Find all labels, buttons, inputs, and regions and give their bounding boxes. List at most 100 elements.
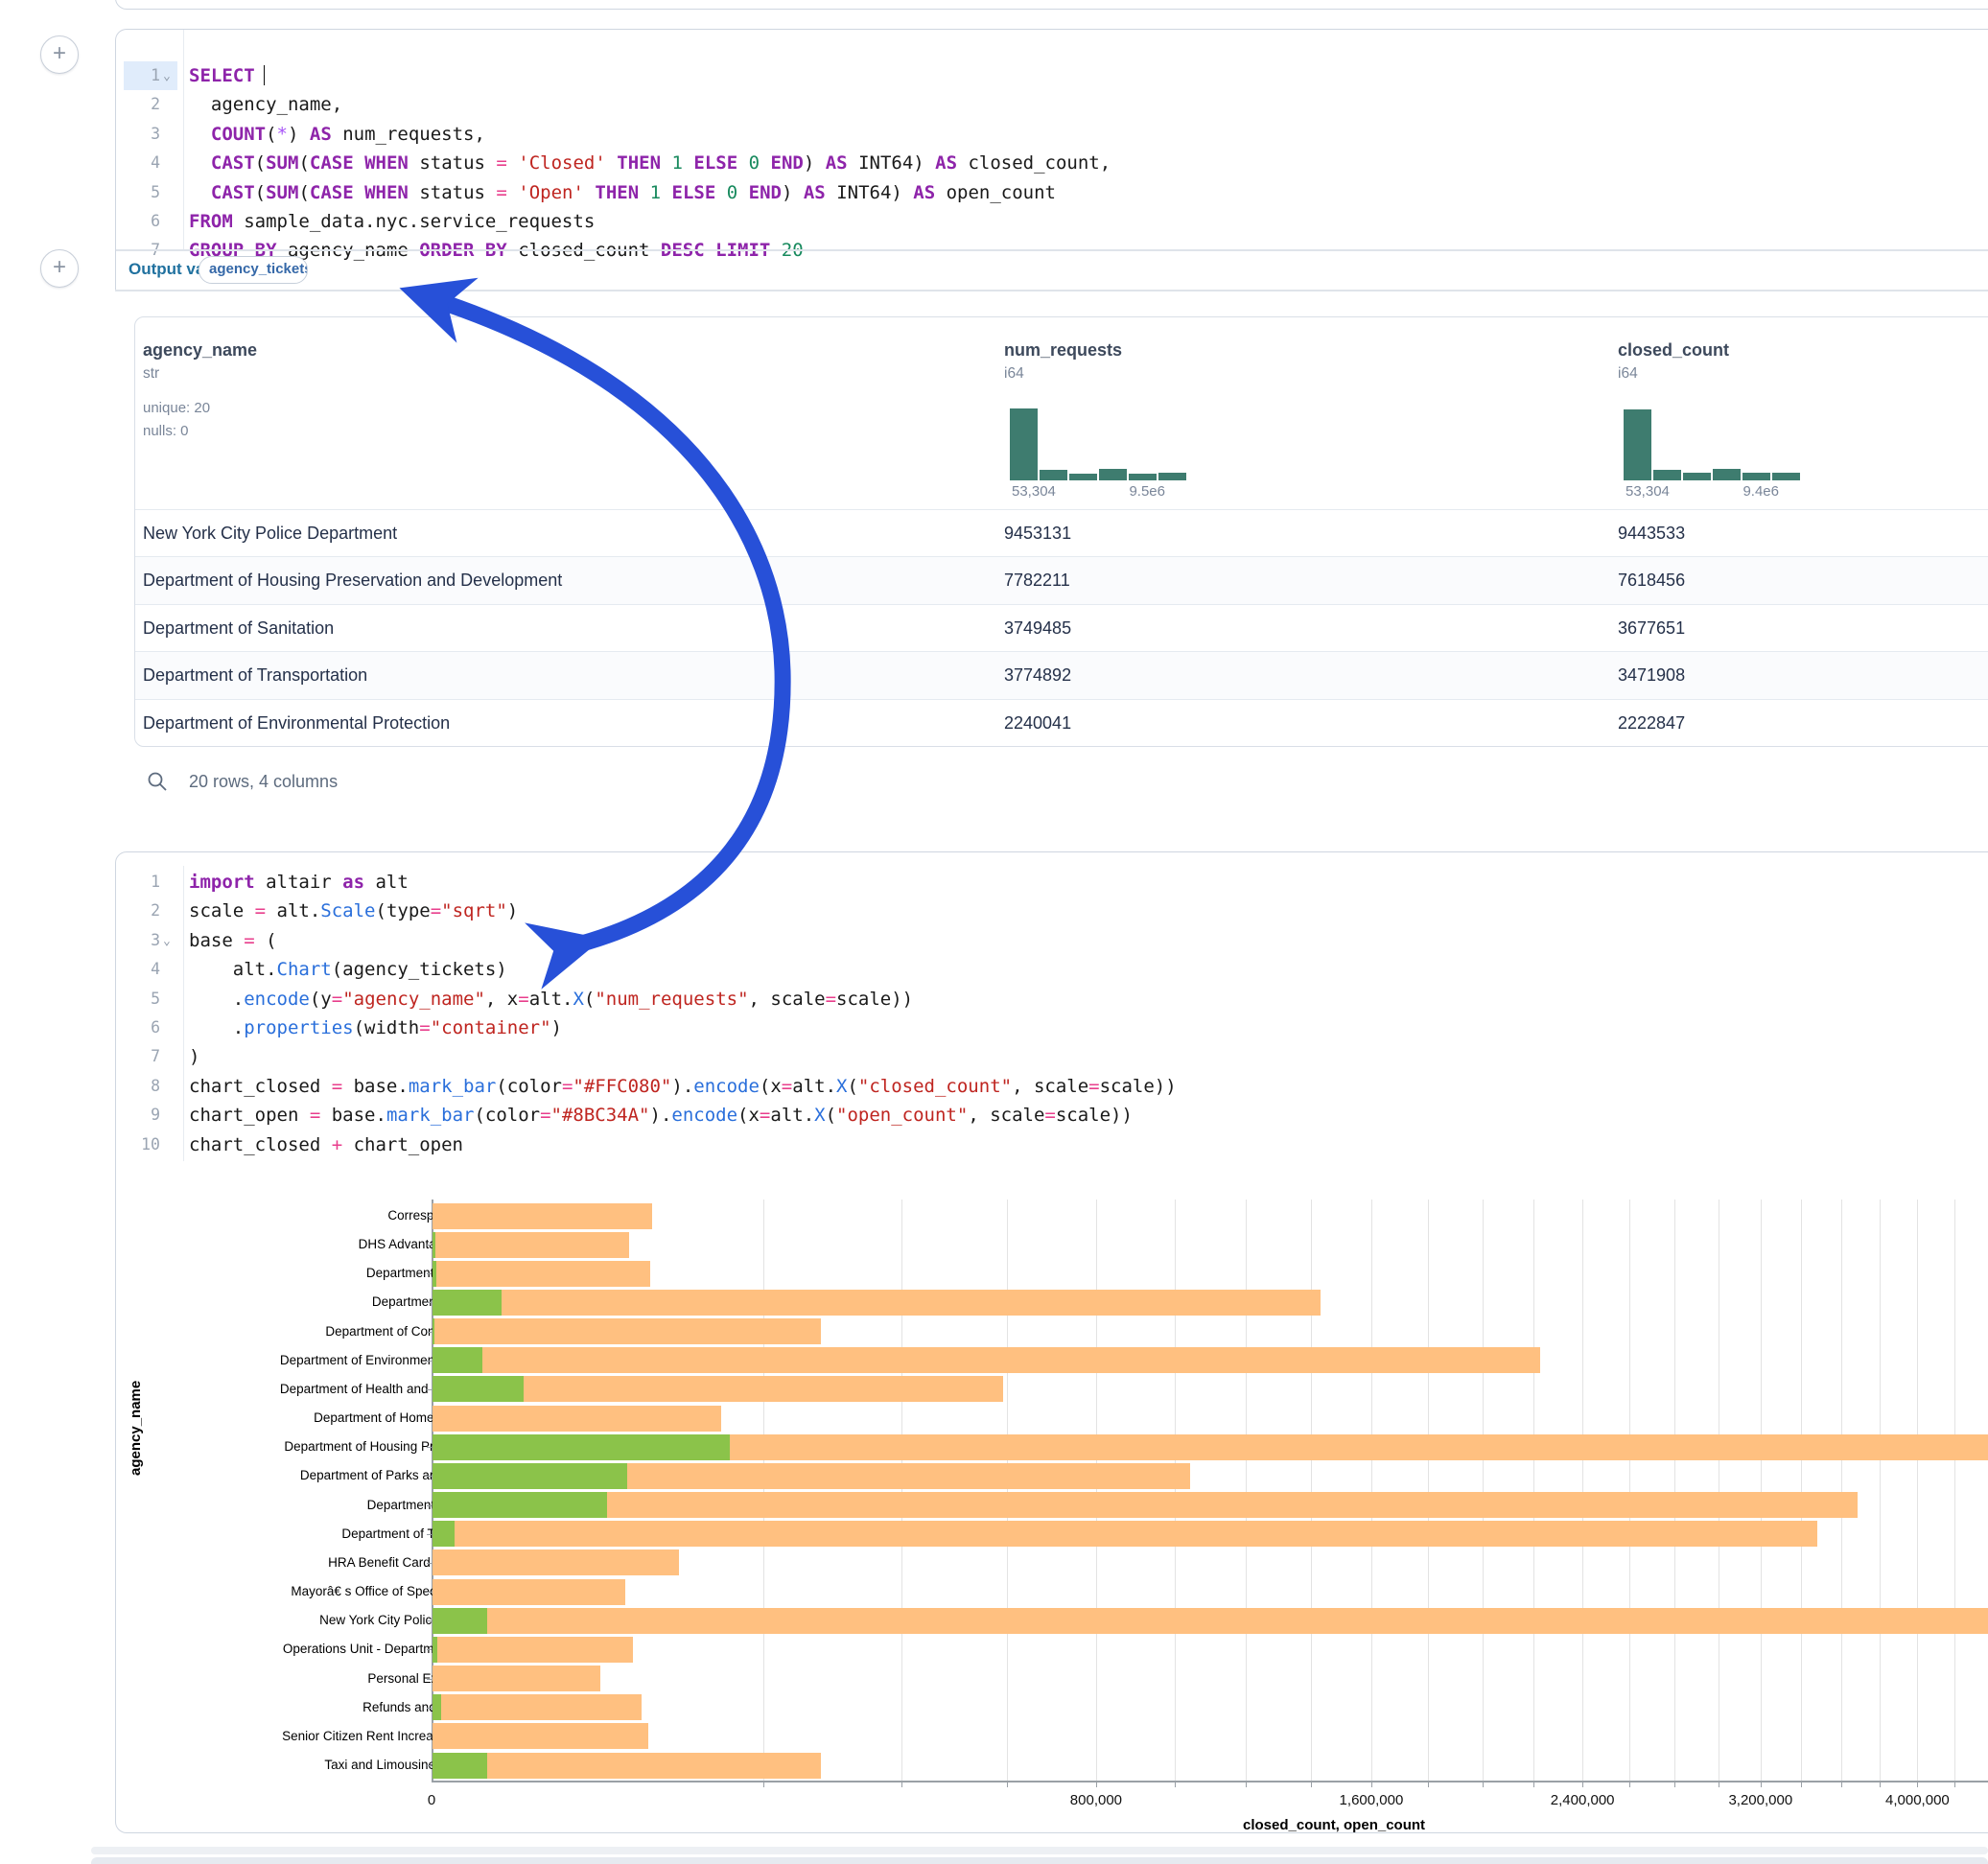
code-text[interactable]: COUNT(*) AS num_requests, <box>189 120 485 149</box>
closed-count-bar <box>433 1608 1988 1634</box>
code-text[interactable]: CAST(SUM(CASE WHEN status = 'Open' THEN … <box>189 178 1056 207</box>
code-text[interactable]: FROM sample_data.nyc.service_requests <box>189 207 595 236</box>
code-line[interactable]: 4 CAST(SUM(CASE WHEN status = 'Closed' T… <box>116 149 1988 177</box>
open-count-bar <box>433 1694 441 1720</box>
code-text[interactable]: CAST(SUM(CASE WHEN status = 'Closed' THE… <box>189 149 1111 177</box>
open-count-bar <box>433 1753 487 1779</box>
open-count-bar <box>433 1463 627 1489</box>
python-code-editor[interactable]: 1 import altair as alt 2 scale = alt.Scale(… <box>116 868 1988 1159</box>
open-count-bar <box>433 1232 435 1258</box>
code-line[interactable]: 6FROM sample_data.nyc.service_requests <box>116 207 1988 236</box>
code-line[interactable]: 3⌄base = ( <box>116 926 1988 955</box>
line-gutter: 9 <box>124 1101 177 1130</box>
closed-count-bar <box>433 1203 652 1229</box>
code-text[interactable]: .encode(y="agency_name", x=alt.X("num_re… <box>189 985 913 1014</box>
closed-count-bar <box>433 1549 679 1575</box>
code-text[interactable]: chart_closed = base.mark_bar(color="#FFC… <box>189 1072 1177 1101</box>
code-line[interactable]: 3 COUNT(*) AS num_requests, <box>116 120 1988 149</box>
code-text[interactable]: agency_name, <box>189 90 342 119</box>
code-text[interactable]: chart_open = base.mark_bar(color="#8BC34… <box>189 1101 1133 1130</box>
histogram-bar <box>1040 470 1067 480</box>
code-line[interactable]: 1⌄SELECT <box>116 61 1988 90</box>
python-cell[interactable]: 1 import altair as alt 2 scale = alt.Scale(… <box>115 851 1988 1833</box>
search-icon[interactable] <box>146 770 169 793</box>
table-cell-closed: 3471908 <box>1618 652 1685 699</box>
gridline <box>1096 1200 1097 1781</box>
code-text[interactable]: chart_closed + chart_open <box>189 1130 463 1159</box>
line-gutter: 8 <box>124 1072 177 1101</box>
line-gutter: 5 <box>124 985 177 1014</box>
code-line[interactable]: 4 alt.Chart(agency_tickets) <box>116 955 1988 984</box>
text-cursor <box>264 65 266 85</box>
open-count-bar <box>433 1261 436 1287</box>
y-axis-tick <box>427 1505 432 1506</box>
histogram-bar <box>1713 469 1741 480</box>
code-line[interactable]: 9 chart_open = base.mark_bar(color="#8BC3… <box>116 1101 1988 1130</box>
table-cell-closed: 7618456 <box>1618 557 1685 604</box>
code-line[interactable]: 2 agency_name, <box>116 90 1988 119</box>
cell-divider <box>116 249 1988 251</box>
code-text[interactable]: ) <box>189 1042 199 1071</box>
x-axis-tick-label: 800,000 <box>1070 1792 1122 1808</box>
code-line[interactable]: 8 chart_closed = base.mark_bar(color="#FF… <box>116 1072 1988 1101</box>
code-text[interactable]: scale = alt.Scale(type="sqrt") <box>189 897 518 925</box>
y-axis-tick <box>427 1592 432 1593</box>
table-cell-num: 2240041 <box>1004 700 1071 747</box>
histogram-min-label: 53,304 <box>1625 483 1670 500</box>
column-header-num-requests[interactable]: num_requests <box>1004 340 1122 361</box>
table-cell-num: 3774892 <box>1004 652 1071 699</box>
y-axis-tick <box>427 1534 432 1535</box>
x-axis-tick-label: 4,000,000 <box>1885 1792 1950 1808</box>
code-line[interactable]: 6 .properties(width="container") <box>116 1014 1988 1042</box>
closed-count-bar <box>433 1261 650 1287</box>
add-cell-button[interactable]: + <box>40 249 79 288</box>
gridline <box>1841 1200 1842 1781</box>
sql-code-editor[interactable]: 1⌄SELECT2 agency_name,3 COUNT(*) AS num_… <box>116 61 1988 266</box>
code-line[interactable]: 5 CAST(SUM(CASE WHEN status = 'Open' THE… <box>116 178 1988 207</box>
collapse-chevron-icon[interactable]: ⌄ <box>163 62 171 91</box>
line-number: 10 <box>124 1130 160 1159</box>
open-count-bar <box>433 1521 455 1547</box>
code-text[interactable]: import altair as alt <box>189 868 409 897</box>
y-axis-tick <box>427 1245 432 1246</box>
line-gutter: 2 <box>124 897 177 925</box>
column-header-closed-count[interactable]: closed_count <box>1618 340 1729 361</box>
code-text[interactable]: .properties(width="container") <box>189 1014 562 1042</box>
histogram-max-label: 9.4e6 <box>1742 483 1779 500</box>
output-variable-pill[interactable]: agency_tickets <box>199 256 308 284</box>
add-cell-button[interactable]: + <box>40 35 79 74</box>
gridline <box>1371 1200 1372 1781</box>
code-line[interactable]: 10 chart_closed + chart_open <box>116 1130 1988 1159</box>
line-gutter: 6 <box>124 1014 177 1042</box>
gridline <box>763 1200 764 1781</box>
code-line[interactable]: 5 .encode(y="agency_name", x=alt.X("num_… <box>116 985 1988 1014</box>
column-header-agency-name[interactable]: agency_name <box>143 340 257 361</box>
code-line[interactable]: 2 scale = alt.Scale(type="sqrt") <box>116 897 1988 925</box>
code-line[interactable]: 7GROUP BY agency_name ORDER BY closed_co… <box>116 236 1988 265</box>
line-number: 1 <box>124 868 160 897</box>
previous-cell-edge <box>115 0 1988 10</box>
code-text[interactable]: SELECT <box>189 61 265 90</box>
y-axis-tick <box>427 1216 432 1217</box>
collapse-chevron-icon[interactable]: ⌄ <box>163 927 171 956</box>
open-count-bar <box>433 1637 437 1663</box>
table-row: New York City Police Department945313194… <box>135 509 1988 557</box>
gridline <box>1761 1200 1762 1781</box>
open-count-bar <box>433 1608 487 1634</box>
y-axis-tick <box>427 1620 432 1621</box>
line-gutter: 3 <box>124 120 177 149</box>
column-stat-unique: unique: 20 <box>143 400 210 416</box>
histogram-max-label: 9.5e6 <box>1129 483 1165 500</box>
y-axis-tick <box>427 1447 432 1448</box>
open-count-bar <box>433 1318 434 1344</box>
histogram-num-requests: 53,304 9.5e6 <box>1010 408 1192 504</box>
gridline <box>1311 1200 1312 1781</box>
code-line[interactable]: 1 import altair as alt <box>116 868 1988 897</box>
histogram-bar <box>1772 473 1800 480</box>
code-text[interactable]: base = ( <box>189 926 277 955</box>
gridline <box>1880 1200 1881 1781</box>
code-text[interactable]: alt.Chart(agency_tickets) <box>189 955 507 984</box>
code-line[interactable]: 7) <box>116 1042 1988 1071</box>
gridline <box>1007 1200 1008 1781</box>
sql-cell[interactable]: 1⌄SELECT2 agency_name,3 COUNT(*) AS num_… <box>115 29 1988 291</box>
